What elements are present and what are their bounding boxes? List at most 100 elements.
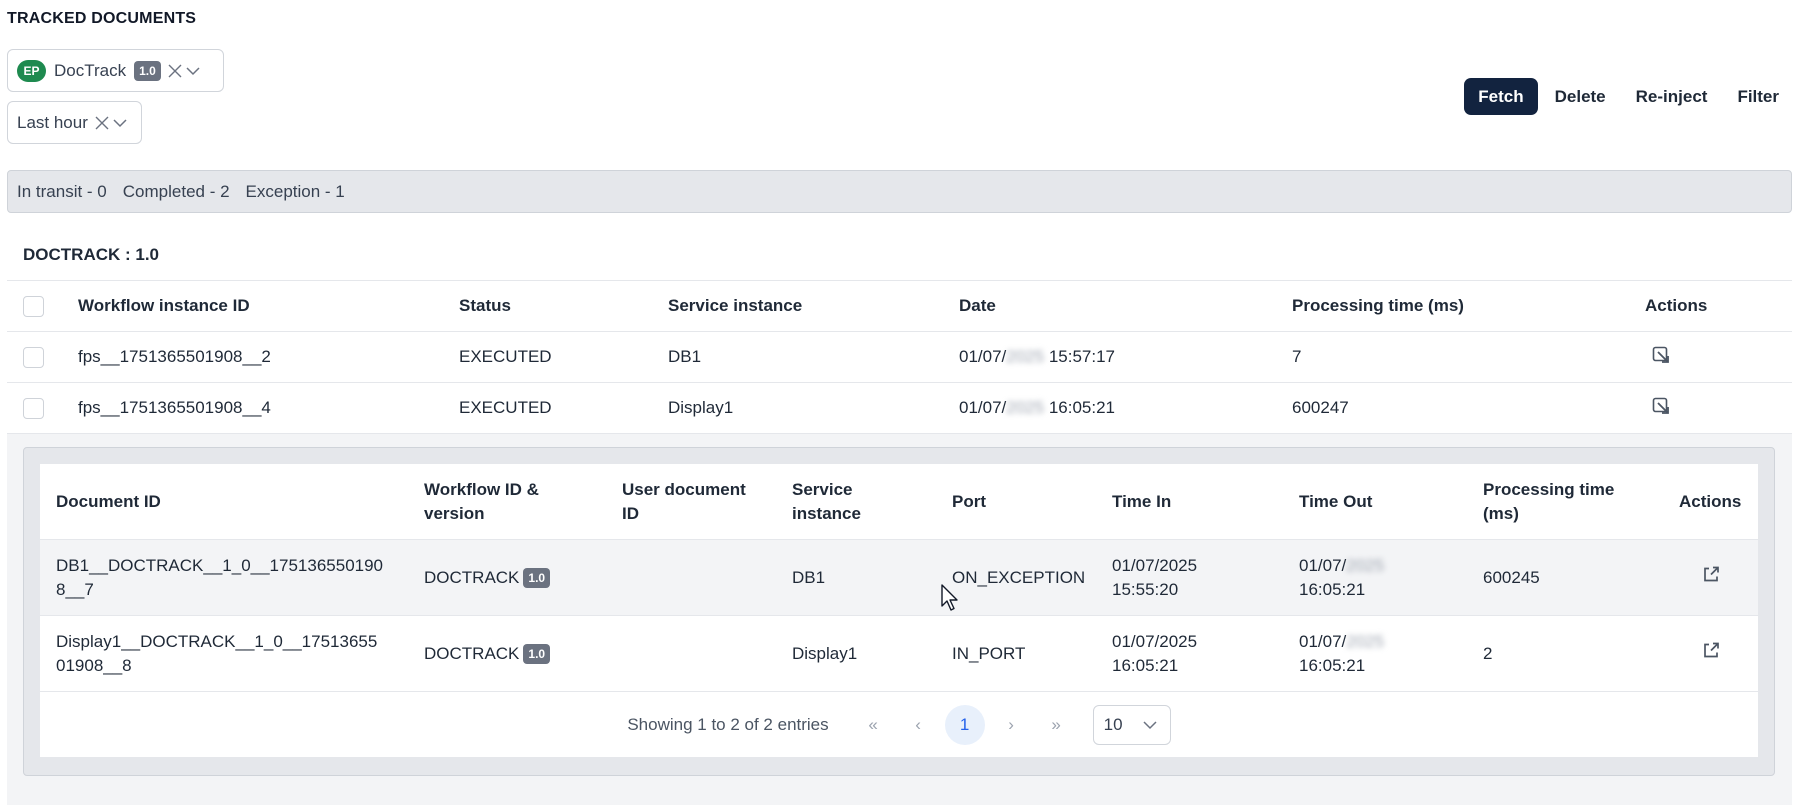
chevron-down-icon[interactable] [185,63,201,79]
ep-badge: EP [17,59,46,82]
column-header: Actions [1679,491,1742,511]
time-out-year: 2025 [1346,631,1385,651]
time-out-time: 16:05:21 [1299,579,1366,599]
last-page-button[interactable]: » [1034,705,1079,745]
document-id: DB1__DOCTRACK__1_0__1751365501908__7 [56,555,384,599]
processing-time: 2 [1483,643,1493,663]
column-header: Time Out [1299,491,1373,511]
date-prefix: 01/07/ [959,398,1007,417]
clear-icon[interactable] [167,63,183,79]
workflow-id: DOCTRACK [424,643,520,663]
column-header: Service instance [792,479,861,523]
page-size-select[interactable]: 10 [1092,704,1171,745]
service-instance: DB1 [668,347,702,366]
status-summary-bar: In transit - 0 Completed - 2 Exception -… [7,170,1792,213]
workflow-instance-id: fps__1751365501908__4 [78,398,271,417]
expand-row-icon[interactable] [1652,397,1670,420]
time-out: 01/07/2025 16:05:21 [1299,554,1384,602]
time-in: 01/07/2025 15:55:20 [1112,554,1197,602]
workflow-instance-id: fps__1751365501908__2 [78,347,271,366]
pagination-summary: Showing 1 to 2 of 2 entries [627,714,829,734]
table-row[interactable]: DB1__DOCTRACK__1_0__1751365501908__7 DOC… [40,540,1758,616]
reinject-button[interactable]: Re-inject [1623,78,1721,115]
column-header: User document ID [622,479,746,523]
row-checkbox[interactable] [23,397,44,419]
table-header-row: Document ID Workflow ID & version User d… [40,464,1758,540]
time-in: 01/07/2025 16:05:21 [1112,630,1197,678]
column-header: Workflow ID & version [424,479,539,523]
expand-row-icon[interactable] [1652,346,1670,369]
column-header: Processing time (ms) [1483,479,1615,523]
processing-time: 600247 [1292,398,1349,417]
date-year: 2025 [1006,398,1045,417]
detail-panel: Document ID Workflow ID & version User d… [23,447,1775,776]
time-out: 01/07/2025 16:05:21 [1299,630,1384,678]
next-page-button[interactable]: › [989,705,1034,745]
date: 01/07/2025 16:05:21 [959,398,1115,418]
status-text: EXECUTED [459,398,552,417]
time-in-date: 01/07/2025 [1112,631,1198,651]
column-header: Document ID [56,491,161,511]
expanded-row-detail: Document ID Workflow ID & version User d… [7,433,1792,805]
open-external-icon[interactable] [1702,641,1720,666]
section-title: DOCTRACK : 1.0 [23,245,160,264]
column-header: Workflow instance ID [78,296,250,315]
time-out-time: 16:05:21 [1299,655,1366,675]
time-out-prefix: 01/07/ [1299,555,1347,575]
service-instance: DB1 [792,567,826,587]
column-header: Port [952,491,986,511]
page-title: TRACKED DOCUMENTS [7,10,197,27]
first-page-button[interactable]: « [851,705,896,745]
column-header: Time In [1112,491,1172,511]
pagination: Showing 1 to 2 of 2 entries « ‹ 1 › » 10 [40,692,1758,757]
processing-time: 7 [1292,347,1302,366]
date-time: 15:57:17 [1048,347,1116,366]
column-header: Date [959,296,996,315]
fetch-button[interactable]: Fetch [1464,78,1538,115]
filter-button[interactable]: Filter [1724,78,1792,115]
chevron-down-icon [1143,720,1157,729]
workflow-version: DOCTRACK 1.0 [424,566,551,590]
time-range-chip[interactable]: Last hour [7,101,142,144]
status-text: EXECUTED [459,347,552,366]
workflow-version: DOCTRACK 1.0 [424,642,551,666]
select-all-checkbox[interactable] [23,295,44,317]
version-badge: 1.0 [134,60,161,81]
date-year: 2025 [1006,347,1045,366]
column-header: Actions [1645,296,1708,315]
table-header-row: Workflow instance ID Status Service inst… [7,280,1792,331]
workflow-filter-chip[interactable]: EP DocTrack 1.0 [7,49,224,92]
chevron-down-icon[interactable] [112,115,128,131]
time-in-date: 01/07/2025 [1112,555,1198,575]
time-range-label: Last hour [17,112,88,132]
workflow-filter-label: DocTrack [54,60,127,80]
date: 01/07/2025 15:57:17 [959,347,1115,367]
toolbar: Fetch Delete Re-inject Filter [1464,78,1792,115]
delete-button[interactable]: Delete [1542,78,1619,115]
date-time: 16:05:21 [1048,398,1116,417]
row-checkbox[interactable] [23,346,44,368]
completed-count: Completed - 2 [122,181,230,201]
document-id: Display1__DOCTRACK__1_0__1751365501908__… [56,631,378,675]
workflow-instances-table: Workflow instance ID Status Service inst… [7,280,1792,433]
service-instance: Display1 [668,398,734,417]
column-header: Status [459,296,511,315]
port: ON_EXCEPTION [952,567,1086,587]
page-size-value: 10 [1103,714,1123,734]
version-badge: 1.0 [523,643,551,664]
clear-icon[interactable] [94,115,110,131]
in-transit-count: In transit - 0 [17,181,107,201]
table-row[interactable]: fps__1751365501908__2 EXECUTED DB1 01/07… [7,331,1792,382]
port: IN_PORT [952,643,1026,663]
prev-page-button[interactable]: ‹ [896,705,941,745]
page-1-button[interactable]: 1 [944,704,985,745]
column-header: Processing time (ms) [1292,296,1464,315]
exception-count: Exception - 1 [245,181,345,201]
column-header: Service instance [668,296,803,315]
table-row[interactable]: fps__1751365501908__4 EXECUTED Display1 … [7,382,1792,433]
open-external-icon[interactable] [1702,565,1720,590]
table-row[interactable]: Display1__DOCTRACK__1_0__1751365501908__… [40,616,1758,692]
time-in-time: 15:55:20 [1112,579,1179,599]
time-out-year: 2025 [1346,555,1385,575]
mouse-cursor-icon [941,584,958,611]
